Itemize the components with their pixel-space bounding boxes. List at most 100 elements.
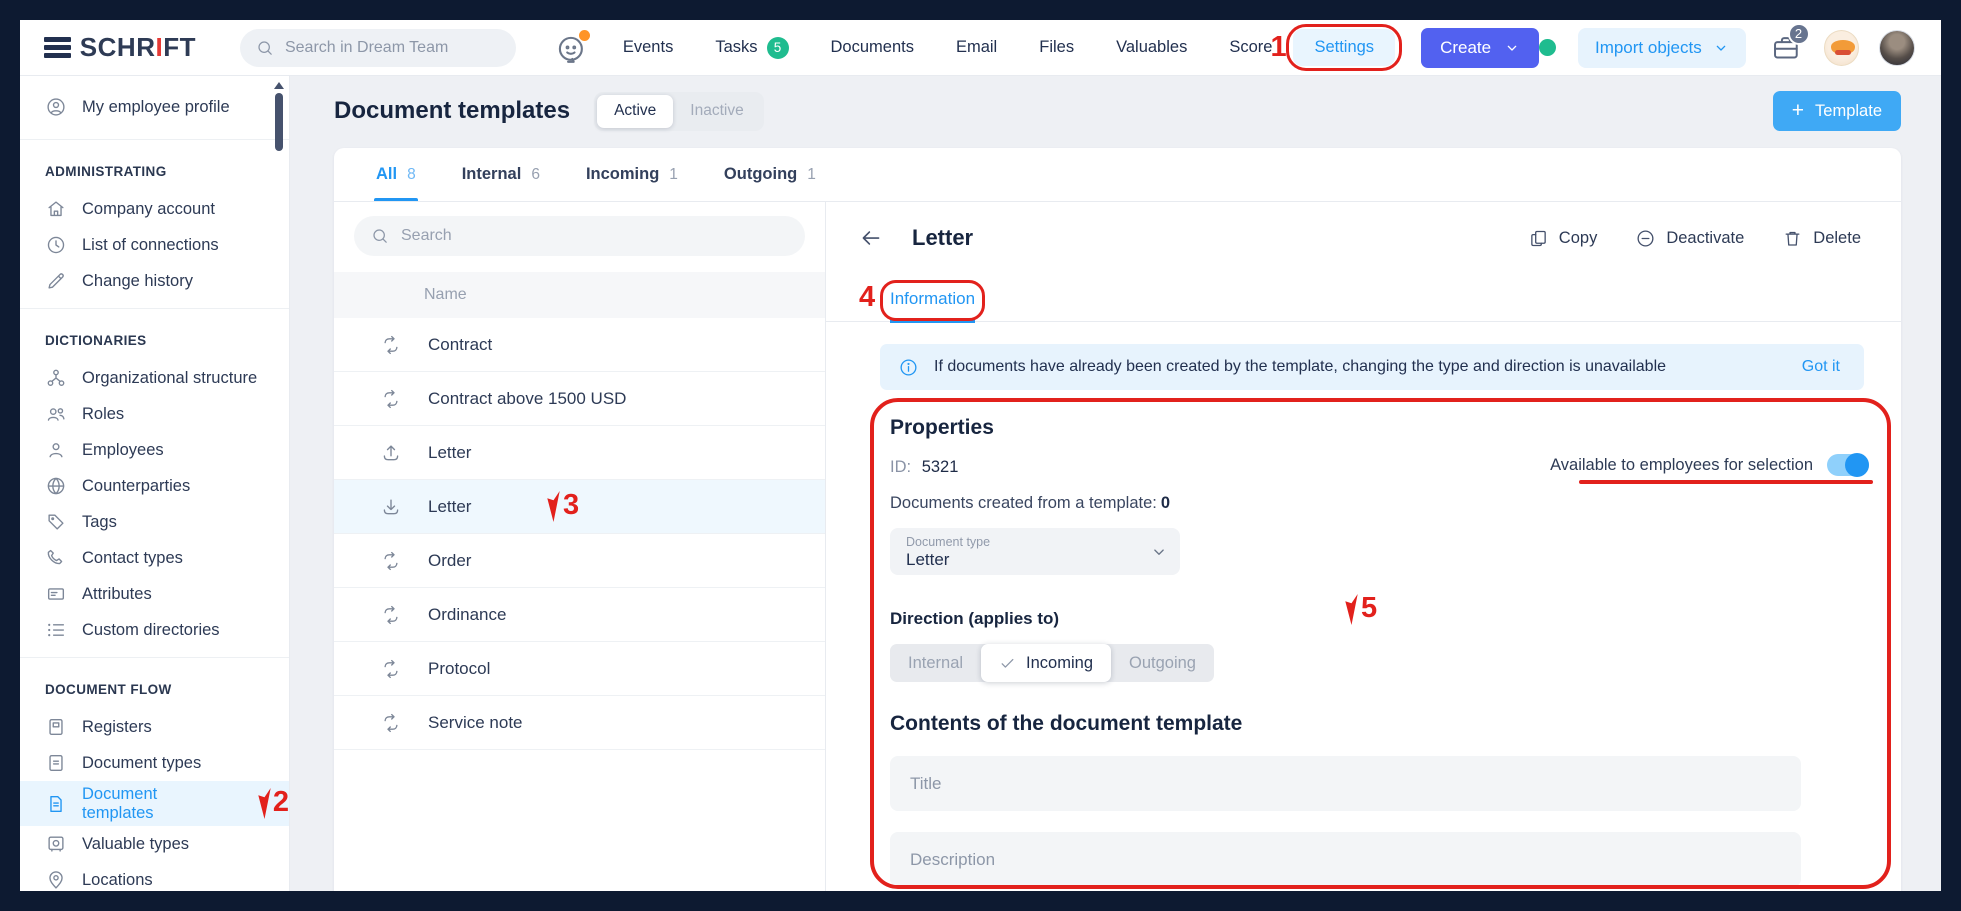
availability-toggle[interactable]: [1827, 454, 1869, 476]
filter-active-button[interactable]: Active: [597, 95, 673, 128]
create-button[interactable]: Create: [1421, 28, 1539, 68]
title-input[interactable]: Title: [890, 756, 1801, 811]
sidebar-item-my-employee-profile[interactable]: My employee profile: [20, 84, 289, 130]
list-item[interactable]: Letter: [334, 426, 825, 480]
map-pin-icon: [45, 869, 67, 891]
sidebar-item-document-types[interactable]: Document types: [20, 745, 289, 781]
document-type-dropdown[interactable]: Document type Letter: [890, 528, 1180, 575]
nav-documents[interactable]: Documents: [810, 29, 935, 66]
tab-outgoing[interactable]: Outgoing1: [724, 148, 816, 201]
contents-heading: Contents of the document template: [890, 712, 1242, 736]
sidebar-item-contact-types[interactable]: Contact types: [20, 540, 289, 576]
workspace-logo[interactable]: [1824, 30, 1860, 66]
tab-count: 1: [669, 166, 678, 184]
properties-heading: Properties: [890, 416, 994, 440]
back-arrow-icon[interactable]: [858, 225, 884, 251]
global-search-input[interactable]: Search in Dream Team: [240, 29, 516, 67]
outgoing-direction-icon: [380, 442, 402, 464]
search-placeholder: Search: [401, 227, 452, 245]
list-item[interactable]: Service note: [334, 696, 825, 750]
hamburger-menu-icon[interactable]: [44, 37, 71, 58]
sidebar-item-change-history[interactable]: Change history: [20, 263, 289, 299]
filter-inactive-button[interactable]: Inactive: [673, 95, 760, 128]
list-item[interactable]: Contract above 1500 USD: [334, 372, 825, 426]
import-objects-button[interactable]: Import objects: [1578, 28, 1746, 68]
list-header-name: Name: [334, 272, 825, 318]
annotation-step-2: 2: [273, 788, 289, 817]
logo-text: SCHR: [80, 32, 156, 62]
list-item[interactable]: Contract: [334, 318, 825, 372]
list-item-selected[interactable]: Letter 3: [334, 480, 825, 534]
nav-files[interactable]: Files: [1018, 29, 1095, 66]
tab-all[interactable]: All8: [376, 148, 416, 201]
scrollbar-thumb[interactable]: [275, 93, 283, 151]
app-logo[interactable]: SCHRIFT: [80, 32, 196, 63]
page-title: Document templates: [334, 97, 570, 125]
sidebar-item-list-of-connections[interactable]: List of connections: [20, 227, 289, 263]
tab-information[interactable]: Information: [890, 289, 975, 323]
briefcase-icon[interactable]: 2: [1770, 32, 1802, 64]
sidebar-item-label: Locations: [82, 871, 153, 890]
tab-count: 1: [807, 166, 816, 184]
sidebar-item-tags[interactable]: Tags: [20, 504, 289, 540]
type-tabs: All8 Internal6 Incoming1 Outgoing1: [334, 148, 1901, 202]
list-item[interactable]: Order: [334, 534, 825, 588]
list-icon: [45, 619, 67, 641]
direction-incoming-label: Incoming: [1026, 654, 1093, 673]
sidebar-item-company-account[interactable]: Company account: [20, 191, 289, 227]
sidebar-item-attributes[interactable]: Attributes: [20, 576, 289, 612]
direction-outgoing-button[interactable]: Outgoing: [1111, 644, 1214, 682]
user-avatar[interactable]: [1879, 30, 1915, 66]
sidebar-item-label: Counterparties: [82, 477, 190, 496]
internal-direction-icon: [380, 550, 402, 572]
sidebar-item-registers[interactable]: Registers: [20, 709, 289, 745]
annotation-underline: [1579, 480, 1873, 484]
sidebar-item-document-templates[interactable]: Document templates 2: [20, 781, 289, 826]
sidebar-item-locations[interactable]: Locations: [20, 862, 289, 891]
nav-valuables[interactable]: Valuables: [1095, 29, 1208, 66]
list-item[interactable]: Ordinance: [334, 588, 825, 642]
template-search-input[interactable]: Search: [354, 216, 805, 256]
annotation-step-3: 3: [563, 491, 579, 522]
sidebar-item-roles[interactable]: Roles: [20, 396, 289, 432]
assistant-icon[interactable]: [554, 31, 588, 65]
nav-events[interactable]: Events: [602, 29, 694, 66]
chevron-down-icon: [1713, 40, 1729, 56]
globe-icon: [45, 475, 67, 497]
nav-settings[interactable]: Settings 1: [1293, 29, 1395, 66]
deactivate-button[interactable]: Deactivate: [1635, 228, 1744, 249]
scroll-up-arrow[interactable]: [274, 82, 284, 89]
internal-direction-icon: [380, 712, 402, 734]
search-icon: [255, 38, 275, 58]
sidebar-item-counterparties[interactable]: Counterparties: [20, 468, 289, 504]
list-item[interactable]: Protocol: [334, 642, 825, 696]
description-input[interactable]: Description: [890, 832, 1801, 887]
delete-button[interactable]: Delete: [1782, 228, 1861, 249]
sidebar-item-employees[interactable]: Employees: [20, 432, 289, 468]
sidebar-item-label: Tags: [82, 513, 117, 532]
direction-internal-button[interactable]: Internal: [890, 644, 981, 682]
dropdown-value: Letter: [906, 550, 1166, 570]
add-template-button[interactable]: + Template: [1773, 91, 1901, 131]
direction-segmented-control: Internal Incoming Outgoing: [890, 644, 1214, 682]
nav-tasks[interactable]: Tasks5: [694, 28, 809, 68]
sidebar-item-label: Employees: [82, 441, 164, 460]
sidebar-item-valuable-types[interactable]: Valuable types: [20, 826, 289, 862]
tab-incoming[interactable]: Incoming1: [586, 148, 678, 201]
tab-internal[interactable]: Internal6: [462, 148, 540, 201]
pencil-icon: [45, 270, 67, 292]
got-it-button[interactable]: Got it: [1802, 358, 1840, 376]
annotation-step-5-group: 5: [1344, 594, 1377, 625]
sidebar: My employee profile ADMINISTRATING Compa…: [20, 76, 290, 891]
nav-email[interactable]: Email: [935, 29, 1018, 66]
divider: [20, 308, 289, 309]
sidebar-item-custom-directories[interactable]: Custom directories: [20, 612, 289, 648]
register-book-icon: [45, 716, 67, 738]
sidebar-scrollbar[interactable]: [274, 82, 284, 151]
internal-direction-icon: [380, 658, 402, 680]
template-button-label: Template: [1815, 102, 1882, 121]
copy-button[interactable]: Copy: [1528, 228, 1598, 249]
template-name: Order: [428, 551, 471, 571]
sidebar-item-organizational-structure[interactable]: Organizational structure: [20, 360, 289, 396]
direction-incoming-button[interactable]: Incoming: [981, 644, 1111, 682]
